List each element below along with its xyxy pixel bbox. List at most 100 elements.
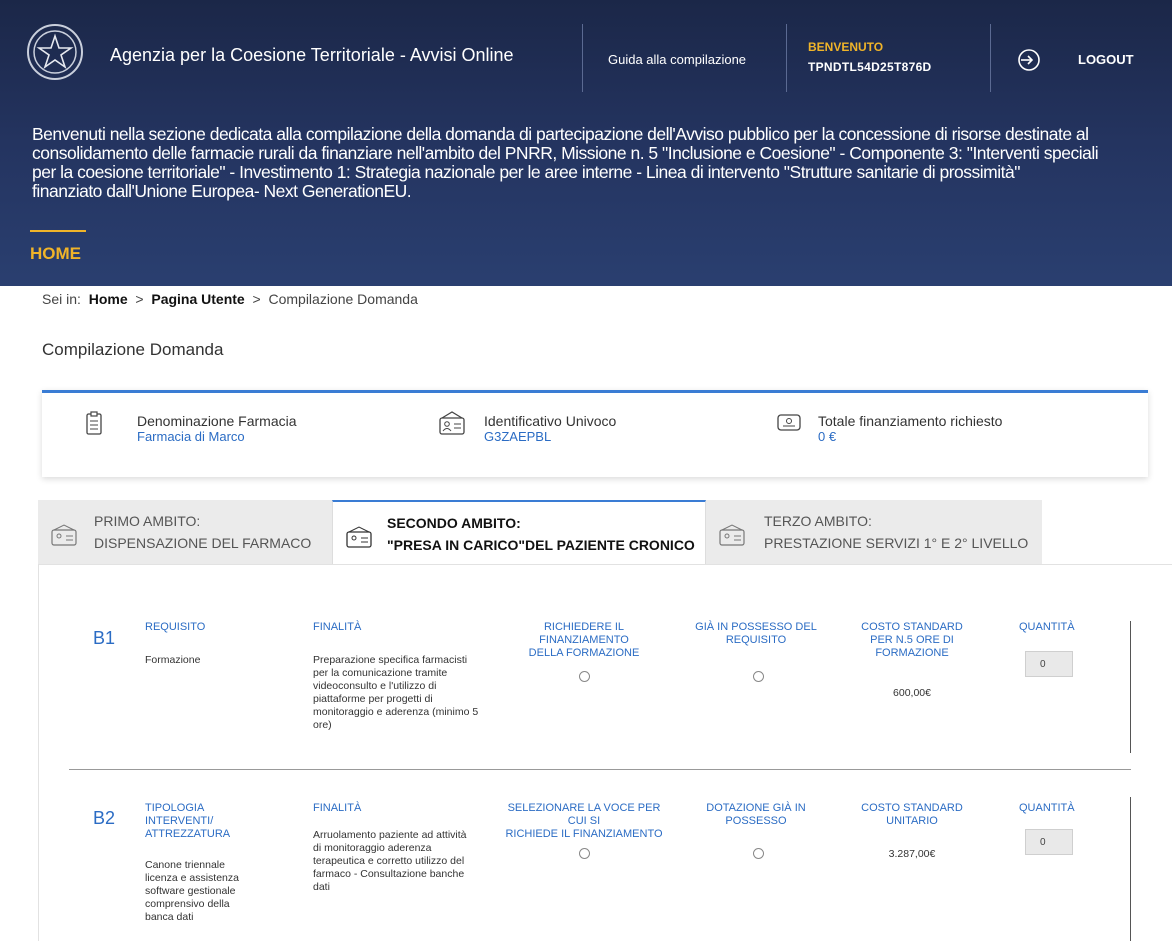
id-card-icon <box>346 526 372 548</box>
header-line: ATTREZZATURA <box>145 828 231 840</box>
text-line: Formazione <box>145 654 201 666</box>
row-divider <box>69 769 1131 770</box>
intro-line: per la coesione territoriale" - Investim… <box>32 162 1020 182</box>
row-code: B1 <box>93 628 116 648</box>
site-header: Agenzia per la Coesione Territoriale - A… <box>0 0 1172 286</box>
breadcrumb-user-page[interactable]: Pagina Utente <box>151 291 244 307</box>
tab-title: TERZO AMBITO: <box>764 513 872 529</box>
header-line: DELLA FORMAZIONE <box>528 647 640 659</box>
col-header-selezionare: SELEZIONARE LA VOCE PER CUI SI RICHIEDE … <box>499 802 669 841</box>
row-code: B2 <box>93 808 116 828</box>
text-line: monitoraggio e aderenza (minimo 5 <box>313 706 479 718</box>
text-line: di monitoraggio aderenza <box>313 842 432 854</box>
request-funding-radio[interactable] <box>579 671 590 682</box>
text-line: ore) <box>313 719 332 731</box>
header-line: TIPOLOGIA <box>145 802 205 814</box>
total-value: 0 € <box>818 429 837 444</box>
tab-subtitle: PRESTAZIONE SERVIZI 1° E 2° LIVELLO <box>764 535 1029 551</box>
id-value: G3ZAEPBL <box>484 429 552 444</box>
intro-line: consolidamento delle farmacie rurali da … <box>32 143 1099 163</box>
finalita-value: Arruolamento paziente ad attività di mon… <box>313 829 493 894</box>
already-owned-radio[interactable] <box>753 848 764 859</box>
app-title[interactable]: Agenzia per la Coesione Territoriale - A… <box>110 45 514 66</box>
id-label: Identificativo Univoco <box>484 413 617 429</box>
col-header-richiedere: RICHIEDERE IL FINANZIAMENTO DELLA FORMAZ… <box>499 621 669 660</box>
clipboard-icon <box>86 411 102 435</box>
text-line: Canone triennale <box>145 859 225 871</box>
user-code: TPNDTL54D25T876D <box>808 60 932 74</box>
header-line: REQUISITO <box>725 634 787 646</box>
breadcrumb-separator: > <box>252 291 261 307</box>
col-header-tipologia: TIPOLOGIA INTERVENTI/ ATTREZZATURA <box>145 802 230 841</box>
col-header-quantita: QUANTITÀ <box>1019 621 1075 633</box>
text-line: piattaforme per progetti di <box>313 693 433 705</box>
tab-terzo-ambito[interactable]: TERZO AMBITO: PRESTAZIONE SERVIZI 1° E 2… <box>706 500 1042 564</box>
header-line: SELEZIONARE LA VOCE PER CUI SI <box>507 802 661 827</box>
text-line: dati <box>313 881 330 893</box>
summary-card: Denominazione Farmacia Farmacia di Marco… <box>42 390 1148 477</box>
intro-line: Benvenuti nella sezione dedicata alla co… <box>32 124 1089 144</box>
breadcrumb-current: Compilazione Domanda <box>268 291 418 307</box>
tab-subtitle: "PRESA IN CARICO"DEL PAZIENTE CRONICO <box>387 537 695 553</box>
header-divider <box>990 24 991 92</box>
text-line: farmaco - Consultazione banche <box>313 868 465 880</box>
col-header-costo: COSTO STANDARD UNITARIO <box>847 802 977 828</box>
tab-title: PRIMO AMBITO: <box>94 513 201 529</box>
page-title: Compilazione Domanda <box>42 340 224 359</box>
text-line: per la comunicazione tramite <box>313 667 448 679</box>
logout-icon[interactable] <box>1017 48 1041 72</box>
col-header-requisito: REQUISITO <box>145 621 205 634</box>
id-card-icon <box>439 411 465 435</box>
header-line: COSTO STANDARD <box>861 621 963 633</box>
col-header-finalita: FINALITÀ <box>313 621 362 633</box>
quantity-input[interactable]: 0 <box>1025 651 1073 677</box>
col-header-dotazione: DOTAZIONE GIÀ IN POSSESSO <box>693 802 819 828</box>
already-owned-radio[interactable] <box>753 671 764 682</box>
text-line: software gestionale <box>145 885 236 897</box>
tab-secondo-ambito[interactable]: SECONDO AMBITO: "PRESA IN CARICO"DEL PAZ… <box>332 500 706 566</box>
tab-panel: B1 REQUISITO Formazione FINALITÀ Prepara… <box>38 564 1172 941</box>
header-line: GIÀ IN POSSESSO DEL <box>695 621 817 633</box>
cost-value: 3.287,00€ <box>888 848 936 860</box>
col-header-costo: COSTO STANDARD PER N.5 ORE DI FORMAZIONE <box>847 621 977 660</box>
col-header-possesso: GIÀ IN POSSESSO DEL REQUISITO <box>693 621 819 647</box>
guide-link[interactable]: Guida alla compilazione <box>608 52 746 67</box>
requisito-value: Formazione <box>145 654 200 667</box>
select-item-radio[interactable] <box>579 848 590 859</box>
tab-subtitle: DISPENSAZIONE DEL FARMACO <box>94 535 312 551</box>
active-nav-indicator <box>30 230 86 232</box>
tipologia-value: Canone triennale licenza e assistenza so… <box>145 859 285 924</box>
quantity-input[interactable]: 0 <box>1025 829 1073 855</box>
text-line: comprensivo della <box>145 898 230 910</box>
intro-line: finanziato dall'Unione Europea- Next Gen… <box>32 181 412 201</box>
tab-title: SECONDO AMBITO: <box>387 515 521 531</box>
pharmacy-value: Farmacia di Marco <box>137 429 245 444</box>
id-card-icon <box>719 524 745 546</box>
text-line: Preparazione specifica farmacisti <box>313 654 468 666</box>
row-border <box>1130 621 1131 753</box>
tab-primo-ambito[interactable]: PRIMO AMBITO: DISPENSAZIONE DEL FARMACO <box>38 500 332 564</box>
text-line: banca dati <box>145 911 194 923</box>
id-card-icon <box>51 524 77 546</box>
breadcrumb-home[interactable]: Home <box>89 291 128 307</box>
cost-value: 600,00€ <box>893 687 931 699</box>
logout-button[interactable]: LOGOUT <box>1078 52 1134 67</box>
text-line: licenza e assistenza <box>145 872 239 884</box>
col-header-finalita: FINALITÀ <box>313 802 362 814</box>
col-header-quantita: QUANTITÀ <box>1019 802 1075 814</box>
header-line: REQUISITO <box>145 621 206 633</box>
header-line: UNITARIO <box>886 815 938 827</box>
header-line: INTERVENTI/ <box>145 815 214 827</box>
header-divider <box>786 24 787 92</box>
text-line: videoconsulto e l'utilizzo di <box>313 680 437 692</box>
header-line: FORMAZIONE <box>875 647 949 659</box>
header-line: COSTO STANDARD <box>861 802 963 814</box>
header-line: RICHIEDERE IL FINANZIAMENTO <box>539 621 629 646</box>
nav-home[interactable]: HOME <box>30 244 81 264</box>
intro-text: Benvenuti nella sezione dedicata alla co… <box>32 125 1172 201</box>
breadcrumb-separator: > <box>135 291 144 307</box>
header-line: PER N.5 ORE DI <box>870 634 954 646</box>
total-label: Totale finanziamento richiesto <box>818 413 1003 429</box>
id-badge-icon <box>777 414 801 431</box>
text-line: terapeutica e corretto utilizzo del <box>313 855 465 867</box>
